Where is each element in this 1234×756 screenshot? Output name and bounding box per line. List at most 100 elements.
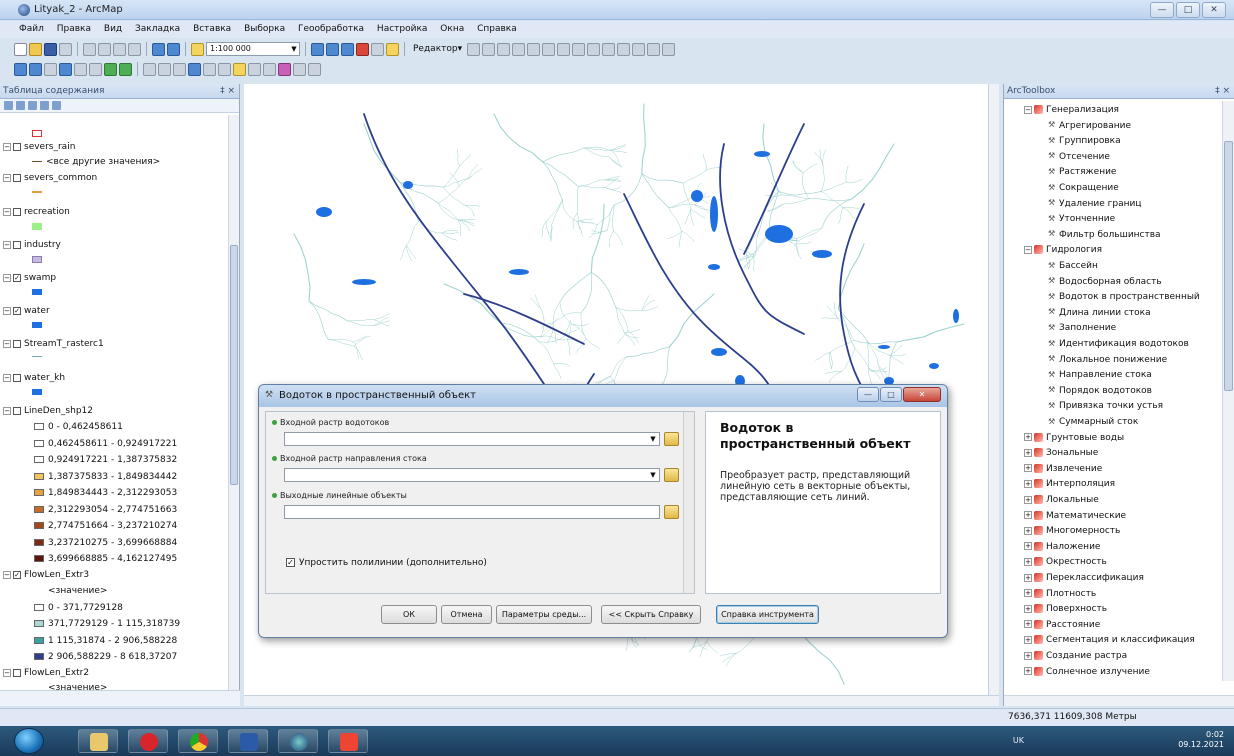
toolbox-toolset-item[interactable]: + Окрестность — [1024, 555, 1107, 571]
undo-icon[interactable] — [152, 42, 165, 56]
chevron-down-icon[interactable]: ▼ — [648, 433, 658, 445]
end-point-arc-icon[interactable] — [512, 42, 526, 56]
layer-water-kh[interactable]: − water_kh — [3, 371, 65, 386]
layer-visibility-checkbox[interactable] — [13, 339, 21, 348]
toolbox-tool-item[interactable]: ⚒ Привязка точки устья — [1048, 399, 1163, 415]
environments-button[interactable]: Параметры среды... — [496, 605, 592, 624]
expand-icon[interactable]: + — [1024, 589, 1032, 598]
list-by-drawing-order-icon[interactable] — [4, 101, 13, 110]
expand-icon[interactable]: + — [1024, 651, 1032, 660]
layer-visibility-checkbox[interactable] — [13, 207, 21, 216]
open-folder-icon[interactable] — [29, 42, 42, 56]
chevron-down-icon[interactable]: ▼ — [648, 469, 658, 481]
chrome-taskbar-icon[interactable] — [178, 729, 218, 753]
identify-icon[interactable] — [188, 62, 201, 76]
delete-icon[interactable] — [128, 42, 141, 56]
explorer-taskbar-icon[interactable] — [78, 729, 118, 753]
toolbox-tool-item[interactable]: ⚒ Суммарный сток — [1048, 415, 1138, 431]
toolbox-horizontal-scrollbar[interactable] — [1004, 695, 1234, 706]
cut-polygon-icon[interactable] — [587, 42, 601, 56]
collapse-icon[interactable]: − — [1024, 245, 1032, 254]
hide-help-button[interactable]: << Скрыть Справку — [601, 605, 701, 624]
toolbox-pin-close-icon[interactable]: ‡ × — [1215, 84, 1230, 98]
toolbox-toolset-item[interactable]: + Сегментация и классификация — [1024, 633, 1195, 649]
maximize-button[interactable]: □ — [1176, 2, 1200, 18]
pan-icon[interactable] — [44, 62, 57, 76]
collapse-icon[interactable]: − — [3, 173, 11, 182]
layer-severs-rain[interactable]: − severs_rain — [3, 140, 75, 155]
toolbox-tool-item[interactable]: ⚒ Фильтр большинства — [1048, 228, 1161, 244]
clear-selection-icon[interactable] — [158, 62, 171, 76]
expand-icon[interactable]: + — [1024, 526, 1032, 535]
model-builder-icon[interactable] — [386, 42, 399, 56]
menu-windows[interactable]: Окна — [435, 21, 469, 37]
go-back-icon[interactable] — [104, 62, 117, 76]
new-document-icon[interactable] — [14, 42, 27, 56]
toc-pin-close-icon[interactable]: ‡ × — [220, 84, 235, 98]
toolbox-tool-item[interactable]: ⚒ Растяжение — [1048, 165, 1116, 181]
toolbox-toolset-item[interactable]: + Наложение — [1024, 540, 1100, 556]
expand-icon[interactable]: + — [1024, 604, 1032, 613]
close-button[interactable]: ✕ — [1202, 2, 1226, 18]
clock-date[interactable]: 09.12.2021 — [1178, 740, 1224, 750]
toolbox-tool-item[interactable]: ⚒ Отсечение — [1048, 150, 1110, 166]
sketch-properties-icon[interactable] — [647, 42, 661, 56]
redo-icon[interactable] — [167, 42, 180, 56]
collapse-icon[interactable]: − — [3, 668, 11, 677]
edit-annotation-icon[interactable] — [482, 42, 496, 56]
cut-icon[interactable] — [83, 42, 96, 56]
time-slider-icon[interactable] — [293, 62, 306, 76]
toolbox-tool-item[interactable]: ⚒ Водосборная область — [1048, 275, 1162, 291]
toolbox-tool-item[interactable]: ⚒ Группировка — [1048, 134, 1121, 150]
arctoolbox-icon[interactable] — [356, 42, 369, 56]
layer-visibility-checkbox[interactable] — [13, 406, 21, 415]
layer-swamp[interactable]: − ✓ swamp — [3, 271, 56, 286]
list-by-source-icon[interactable] — [16, 101, 25, 110]
viewer-window-icon[interactable] — [308, 62, 321, 76]
menu-bookmarks[interactable]: Закладка — [130, 21, 185, 37]
collapse-icon[interactable]: − — [3, 306, 11, 315]
layer-visibility-checkbox[interactable]: ✓ — [13, 570, 21, 579]
toolbox-tool-item[interactable]: ⚒ Локальное понижение — [1048, 353, 1167, 369]
layer-lineden-shp12[interactable]: − LineDen_shp12 — [3, 404, 93, 419]
collapse-icon[interactable]: − — [3, 273, 11, 282]
word-taskbar-icon[interactable] — [228, 729, 268, 753]
layer-visibility-checkbox[interactable]: ✓ — [13, 273, 21, 282]
menu-insert[interactable]: Вставка — [188, 21, 236, 37]
toc-options-icon[interactable] — [52, 101, 61, 110]
menu-help[interactable]: Справка — [472, 21, 522, 37]
clock-time[interactable]: 0:02 — [1178, 730, 1224, 740]
collapse-icon[interactable]: − — [3, 373, 11, 382]
paste-icon[interactable] — [113, 42, 126, 56]
attributes-icon[interactable] — [632, 42, 646, 56]
flow-direction-raster-field[interactable]: ▼ — [284, 468, 660, 482]
ok-button[interactable]: ОК — [381, 605, 437, 624]
menu-edit[interactable]: Правка — [52, 21, 96, 37]
simplify-polylines-option[interactable]: ✓ Упростить полилинии (дополнительно) — [286, 558, 487, 568]
rotate-icon[interactable] — [617, 42, 631, 56]
collapse-icon[interactable]: − — [1024, 105, 1032, 114]
python-window-icon[interactable] — [371, 42, 384, 56]
select-elements-icon[interactable] — [173, 62, 186, 76]
scroll-thumb[interactable] — [230, 245, 238, 485]
toolbox-toolset-item[interactable]: − Гидрология — [1024, 243, 1102, 259]
browse-folder-icon[interactable] — [664, 468, 679, 482]
toolbox-tool-item[interactable]: ⚒ Утонченние — [1048, 212, 1115, 228]
expand-icon[interactable]: + — [1024, 511, 1032, 520]
menu-selection[interactable]: Выборка — [239, 21, 290, 37]
pdf-reader-taskbar-icon[interactable] — [328, 729, 368, 753]
table-of-contents-icon[interactable] — [326, 42, 339, 56]
expand-icon[interactable]: + — [1024, 667, 1032, 676]
layer-streamt-rasterc1[interactable]: − StreamT_rasterc1 — [3, 337, 104, 352]
browse-folder-icon[interactable] — [664, 505, 679, 519]
input-stream-raster-field[interactable]: ▼ — [284, 432, 660, 446]
map-horizontal-scrollbar[interactable] — [244, 695, 999, 706]
toolbox-tool-item[interactable]: ⚒ Заполнение — [1048, 321, 1116, 337]
toolbox-toolset-item[interactable]: + Грунтовые воды — [1024, 431, 1124, 447]
layer-visibility-checkbox[interactable] — [13, 373, 21, 382]
expand-icon[interactable]: + — [1024, 542, 1032, 551]
zoom-out-icon[interactable] — [29, 62, 42, 76]
toolbox-tool-item[interactable]: ⚒ Направление стока — [1048, 368, 1152, 384]
map-scale-combobox[interactable]: 1:100 000 ▼ — [206, 42, 300, 56]
opera-taskbar-icon[interactable] — [128, 729, 168, 753]
